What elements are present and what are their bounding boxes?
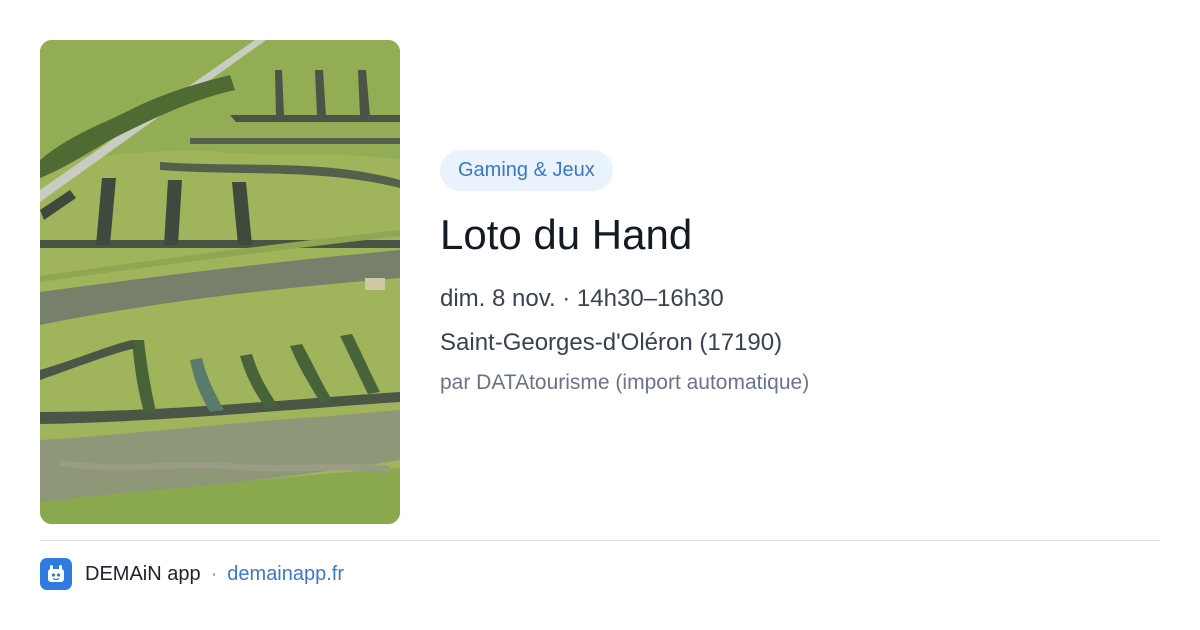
category-badge[interactable]: Gaming & Jeux bbox=[440, 150, 613, 191]
demain-app-logo-icon bbox=[40, 558, 72, 590]
event-info: Gaming & Jeux Loto du Hand dim. 8 nov. ·… bbox=[440, 150, 1160, 397]
footer-separator: · bbox=[210, 562, 218, 585]
footer-divider bbox=[40, 540, 1160, 541]
event-datetime: dim. 8 nov. · 14h30–16h30 bbox=[440, 285, 724, 312]
aerial-marsh-image bbox=[40, 40, 400, 524]
event-photo bbox=[40, 40, 400, 524]
event-share-card: Gaming & Jeux Loto du Hand dim. 8 nov. ·… bbox=[0, 0, 1200, 630]
event-location: Saint-Georges-d'Oléron (17190) bbox=[440, 329, 783, 356]
app-domain-link[interactable]: demainapp.fr bbox=[227, 563, 344, 586]
event-source: par DATAtourisme (import automatique) bbox=[440, 371, 810, 394]
event-title: Loto du Hand bbox=[440, 211, 693, 258]
app-name: DEMAiN app bbox=[85, 562, 201, 585]
footer: DEMAiN app · demainapp.fr bbox=[40, 557, 344, 591]
